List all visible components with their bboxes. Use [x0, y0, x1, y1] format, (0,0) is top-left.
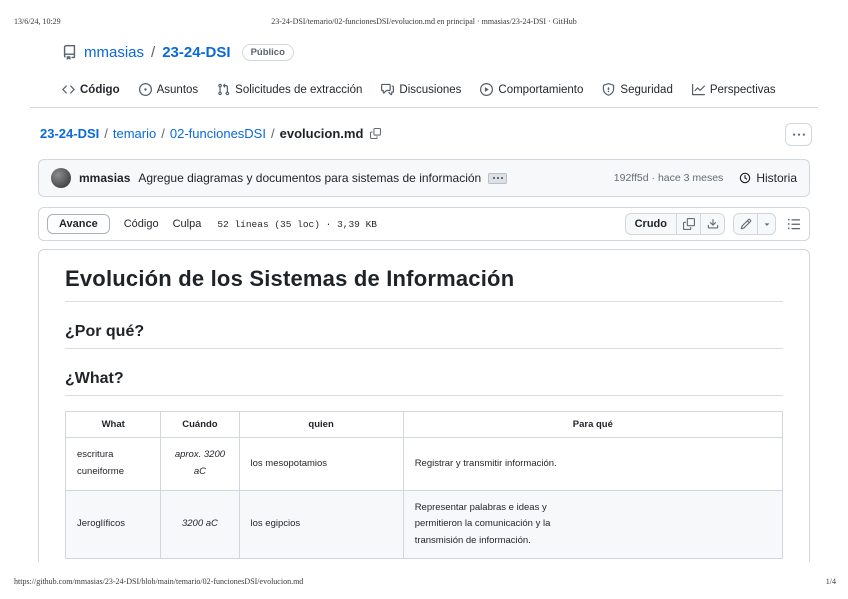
content-table: What Cuándo quien Para qué escritura cun… [64, 410, 784, 560]
more-options-button[interactable] [785, 123, 812, 146]
tab-label: Discusiones [399, 83, 462, 96]
tab-culpa[interactable]: Culpa [173, 218, 202, 230]
tab-discusiones[interactable]: Discusiones [381, 83, 461, 96]
col-header: Cuándo [160, 410, 240, 439]
breadcrumb-dir-temario[interactable]: temario [113, 126, 156, 141]
edit-dropdown-caret-icon[interactable] [757, 213, 776, 235]
edit-pencil-icon[interactable] [733, 213, 758, 235]
breadcrumb: 23-24-DSI / temario / 02-funcionesDSI / … [40, 123, 812, 146]
tab-label: Perspectivas [709, 83, 776, 96]
history-clock-icon [739, 172, 751, 184]
history-link[interactable]: Historia [739, 171, 797, 185]
table-cell: los mesopotamios [238, 437, 404, 491]
heading-por-que: ¿Por qué? [65, 323, 783, 349]
commit-sha-and-age: 192ff5d · hace 3 meses [613, 172, 724, 184]
tab-solicitudes[interactable]: Solicitudes de extracción [217, 83, 362, 96]
breadcrumb-dir-02-funcionesDSI[interactable]: 02-funcionesDSI [170, 126, 266, 141]
commit-message-link[interactable]: Agregue diagramas y documentos para sist… [138, 171, 481, 185]
table-header-row: What Cuándo quien Para qué [64, 410, 784, 439]
nav-divider [30, 107, 818, 108]
repo-icon [62, 45, 77, 60]
breadcrumb-separator: / [104, 126, 108, 141]
tab-label: Comportamiento [498, 83, 584, 96]
markdown-content: Evolución de los Sistemas de Información… [38, 249, 810, 562]
play-icon [480, 83, 494, 96]
table-cell: 3200 aC [160, 489, 240, 560]
tab-label: Seguridad [620, 83, 673, 96]
tab-label: Código [80, 83, 120, 96]
tab-codigo-file[interactable]: Código [124, 218, 159, 230]
graph-icon [691, 83, 705, 96]
tab-avance[interactable]: Avance [47, 214, 110, 234]
table-cell: aprox. 3200 aC [160, 437, 240, 491]
table-cell: Jeroglíficos [64, 489, 162, 560]
commit-author-link[interactable]: mmasias [79, 171, 130, 185]
col-header: What [64, 410, 162, 439]
table-cell: Registrar y transmitir información. [402, 437, 784, 491]
repo-header: mmasias / 23-24-DSI Público [62, 44, 294, 61]
avatar[interactable] [51, 168, 71, 188]
copy-path-icon[interactable] [370, 128, 382, 139]
raw-button[interactable]: Crudo [624, 213, 677, 235]
tab-codigo[interactable]: Código [62, 83, 120, 96]
repo-name-link[interactable]: 23-24-DSI [162, 44, 230, 61]
col-header: quien [238, 410, 404, 439]
history-label: Historia [756, 171, 797, 185]
print-url: https://github.com/mmasias/23-24-DSI/blo… [14, 577, 304, 586]
visibility-badge: Público [241, 44, 294, 61]
code-icon [62, 83, 75, 96]
breadcrumb-separator: / [161, 126, 165, 141]
latest-commit-bar: mmasias Agregue diagramas y documentos p… [38, 159, 810, 197]
raw-copy-download-group: Crudo [624, 213, 725, 235]
print-doc-title: 23-24-DSI/temario/02-funcionesDSI/evoluc… [271, 17, 577, 26]
copy-file-icon[interactable] [676, 213, 701, 235]
edit-group [733, 213, 776, 235]
outline-list-icon[interactable] [787, 217, 801, 231]
heading-what: ¿What? [65, 370, 783, 396]
table-cell: escritura cuneiforme [64, 437, 162, 491]
discussions-icon [381, 83, 395, 96]
repo-header-separator: / [151, 44, 156, 61]
commit-ellipsis-button[interactable] [488, 172, 508, 184]
breadcrumb-separator: / [270, 126, 275, 141]
tab-label: Asuntos [156, 83, 199, 96]
file-info: 52 líneas (35 loc) · 3,39 KB [217, 218, 377, 230]
repo-owner-link[interactable]: mmasias [84, 44, 144, 61]
table-cell: los egipcios [238, 489, 404, 560]
tab-seguridad[interactable]: Seguridad [602, 83, 673, 96]
table-row: Jeroglíficos 3200 aC los egipcios Repres… [64, 489, 784, 560]
download-icon[interactable] [700, 213, 725, 235]
page-title: Evolución de los Sistemas de Información [65, 266, 783, 302]
tab-label: Solicitudes de extracción [235, 83, 363, 96]
repo-nav: Código Asuntos Solicitudes de extracción… [62, 83, 776, 96]
tab-comportamiento[interactable]: Comportamiento [480, 83, 583, 96]
pull-request-icon [217, 83, 230, 96]
issue-icon [138, 83, 152, 96]
shield-icon [602, 83, 615, 96]
breadcrumb-repo-link[interactable]: 23-24-DSI [40, 126, 99, 141]
table-row: escritura cuneiforme aprox. 3200 aC los … [64, 437, 784, 491]
table-cell: Representar palabras e ideas y permitier… [402, 489, 784, 560]
col-header: Para qué [402, 410, 784, 439]
breadcrumb-filename: evolucion.md [279, 126, 364, 141]
tab-perspectivas[interactable]: Perspectivas [691, 83, 776, 96]
print-page-number: 1/4 [825, 577, 836, 586]
tab-asuntos[interactable]: Asuntos [138, 83, 199, 96]
file-toolbar: Avance Código Culpa 52 líneas (35 loc) ·… [38, 207, 810, 241]
